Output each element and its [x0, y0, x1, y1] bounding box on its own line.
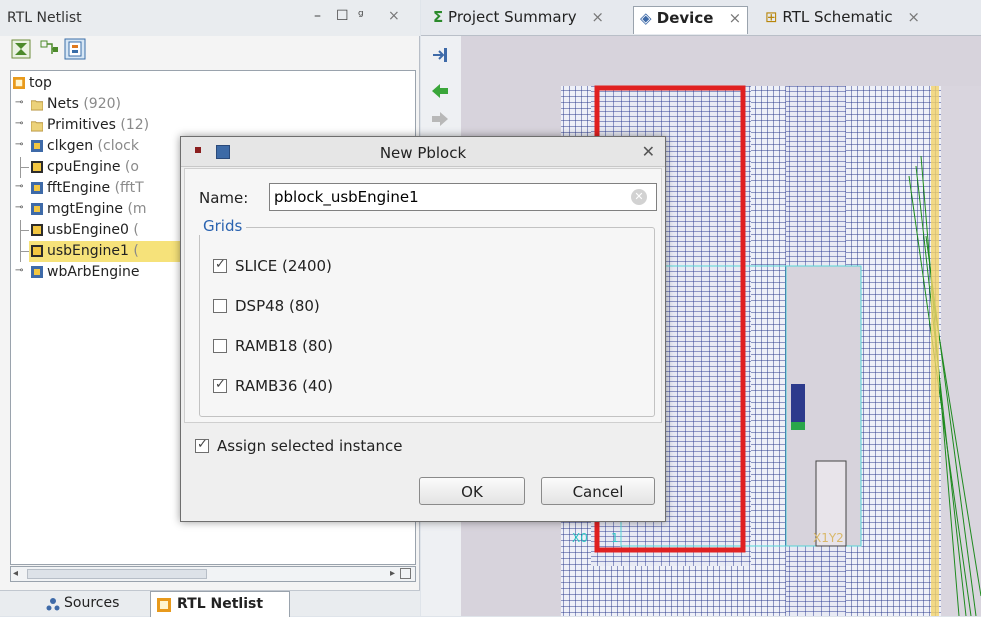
module-icon	[31, 140, 43, 152]
tree-item-usbengine1[interactable]: usbEngine1 (	[13, 241, 193, 262]
tree-item-label: fftEngine	[47, 180, 111, 196]
device-label-1: 1	[611, 531, 619, 545]
module-icon	[31, 203, 43, 215]
tree-item-count: (	[133, 222, 139, 238]
close-tab-icon[interactable]: ×	[591, 8, 604, 26]
sigma-icon: Σ	[433, 8, 444, 26]
expand-icon[interactable]: ⊸	[15, 265, 27, 277]
checkbox-label: SLICE (2400)	[235, 257, 332, 275]
restore-icon[interactable]: ᵍ	[358, 8, 364, 24]
device-label-x1y2: X1Y2	[813, 531, 844, 545]
editor-tabbar: Σ Project Summary × ◈ Device × ⊞ RTL Sch…	[421, 0, 981, 36]
clear-icon[interactable]: ✕	[631, 189, 647, 205]
collapse-all-icon[interactable]	[10, 38, 32, 60]
tree-item-label: usbEngine1	[47, 243, 129, 259]
tab-label: Device	[656, 9, 714, 27]
tree-item-count: (12)	[120, 117, 150, 133]
expand-icon[interactable]: ⊸	[15, 97, 27, 109]
tree-item-count: (920)	[83, 96, 121, 112]
checkbox-icon[interactable]	[213, 299, 227, 313]
module-icon	[31, 266, 43, 278]
tab-project-summary[interactable]: Σ Project Summary ×	[427, 6, 610, 34]
device-icon: ◈	[640, 9, 652, 27]
checkbox-label: RAMB18 (80)	[235, 337, 333, 355]
tree-item-label: mgtEngine	[47, 201, 123, 217]
tab-rtl-schematic[interactable]: ⊞ RTL Schematic ×	[759, 6, 926, 34]
expand-panel-icon[interactable]	[429, 44, 451, 66]
forward-arrow-icon[interactable]	[429, 108, 451, 130]
show-hierarchy-icon[interactable]	[64, 38, 86, 60]
close-icon[interactable]: ✕	[642, 142, 655, 161]
scroll-right-icon[interactable]: ▸	[390, 568, 395, 579]
dialog-body: Name: ✕ Grids SLICE (2400) DSP48 (80) RA…	[184, 168, 662, 423]
sources-icon	[46, 598, 60, 611]
horizontal-scrollbar[interactable]: ◂ ▸	[10, 566, 416, 582]
folder-icon	[31, 121, 43, 132]
new-pblock-dialog: New Pblock ✕ Name: ✕ Grids SLICE (2400) …	[180, 136, 666, 522]
tab-label: Sources	[64, 595, 120, 611]
tree-item-label: usbEngine0	[47, 222, 129, 238]
scroll-left-icon[interactable]: ◂	[13, 568, 18, 579]
tab-label: RTL Schematic	[782, 8, 893, 26]
cancel-button[interactable]: Cancel	[541, 477, 655, 505]
tree-item-label: wbArbEngine	[47, 264, 140, 280]
back-arrow-icon[interactable]	[429, 80, 451, 102]
expand-icon[interactable]: ⊸	[15, 118, 27, 130]
name-label: Name:	[199, 189, 249, 207]
assign-label: Assign selected instance	[217, 437, 403, 455]
block-icon	[31, 161, 43, 173]
tree-item-count: (o	[124, 159, 139, 175]
netlist-toolbar	[10, 38, 210, 66]
tree-item-label: cpuEngine	[47, 159, 121, 175]
expand-all-icon[interactable]	[38, 38, 60, 60]
close-tab-icon[interactable]: ×	[907, 8, 920, 26]
schematic-icon: ⊞	[765, 8, 778, 26]
tree-item-count: (clock	[97, 138, 139, 154]
tree-item-count: (fftT	[114, 180, 144, 196]
grids-label: Grids	[199, 217, 247, 235]
tab-label: Project Summary	[448, 8, 577, 26]
tab-rtl-netlist[interactable]: RTL Netlist	[150, 591, 290, 617]
dialog-title: New Pblock	[379, 144, 467, 162]
module-icon	[31, 182, 43, 194]
name-input[interactable]	[269, 183, 657, 211]
assign-checkbox[interactable]	[195, 437, 209, 453]
tab-label: RTL Netlist	[177, 596, 264, 612]
scroll-thumb[interactable]	[27, 569, 207, 579]
tree-item-label: Nets	[47, 96, 79, 112]
maximize-icon[interactable]: ☐	[336, 8, 349, 24]
folder-icon	[31, 100, 43, 111]
close-panel-icon[interactable]: ×	[388, 8, 400, 24]
panel-header: RTL Netlist – ☐ ᵍ ×	[0, 0, 420, 36]
netlist-icon	[157, 598, 171, 612]
expand-icon[interactable]: ⊸	[15, 181, 27, 193]
tree-item-label: clkgen	[47, 138, 94, 154]
tab-device[interactable]: ◈ Device ×	[633, 6, 749, 34]
minimize-icon[interactable]: –	[314, 8, 321, 24]
expand-icon[interactable]: ⊸	[15, 202, 27, 214]
panel-title: RTL Netlist	[7, 10, 82, 26]
checkbox-icon[interactable]	[213, 339, 227, 353]
tree-item-count: (	[133, 243, 139, 259]
dialog-titlebar[interactable]: New Pblock ✕	[181, 137, 665, 167]
top-icon	[13, 77, 25, 89]
ok-button[interactable]: OK	[419, 477, 525, 505]
tree-item-count: (m	[127, 201, 147, 217]
bottom-tabs: Sources RTL Netlist	[0, 590, 420, 617]
expand-icon[interactable]: ⊸	[15, 139, 27, 151]
block-icon	[31, 224, 43, 236]
checkbox-label: RAMB36 (40)	[235, 377, 333, 395]
checkbox-label: DSP48 (80)	[235, 297, 320, 315]
device-label-x0: X0	[572, 531, 588, 545]
checkbox-icon[interactable]	[213, 377, 227, 393]
tree-item-label: top	[29, 75, 52, 91]
corner-icon	[400, 568, 411, 579]
tree-item-label: Primitives	[47, 117, 116, 133]
block-icon	[31, 245, 43, 257]
close-tab-icon[interactable]: ×	[729, 9, 742, 27]
checkbox-icon[interactable]	[213, 257, 227, 273]
